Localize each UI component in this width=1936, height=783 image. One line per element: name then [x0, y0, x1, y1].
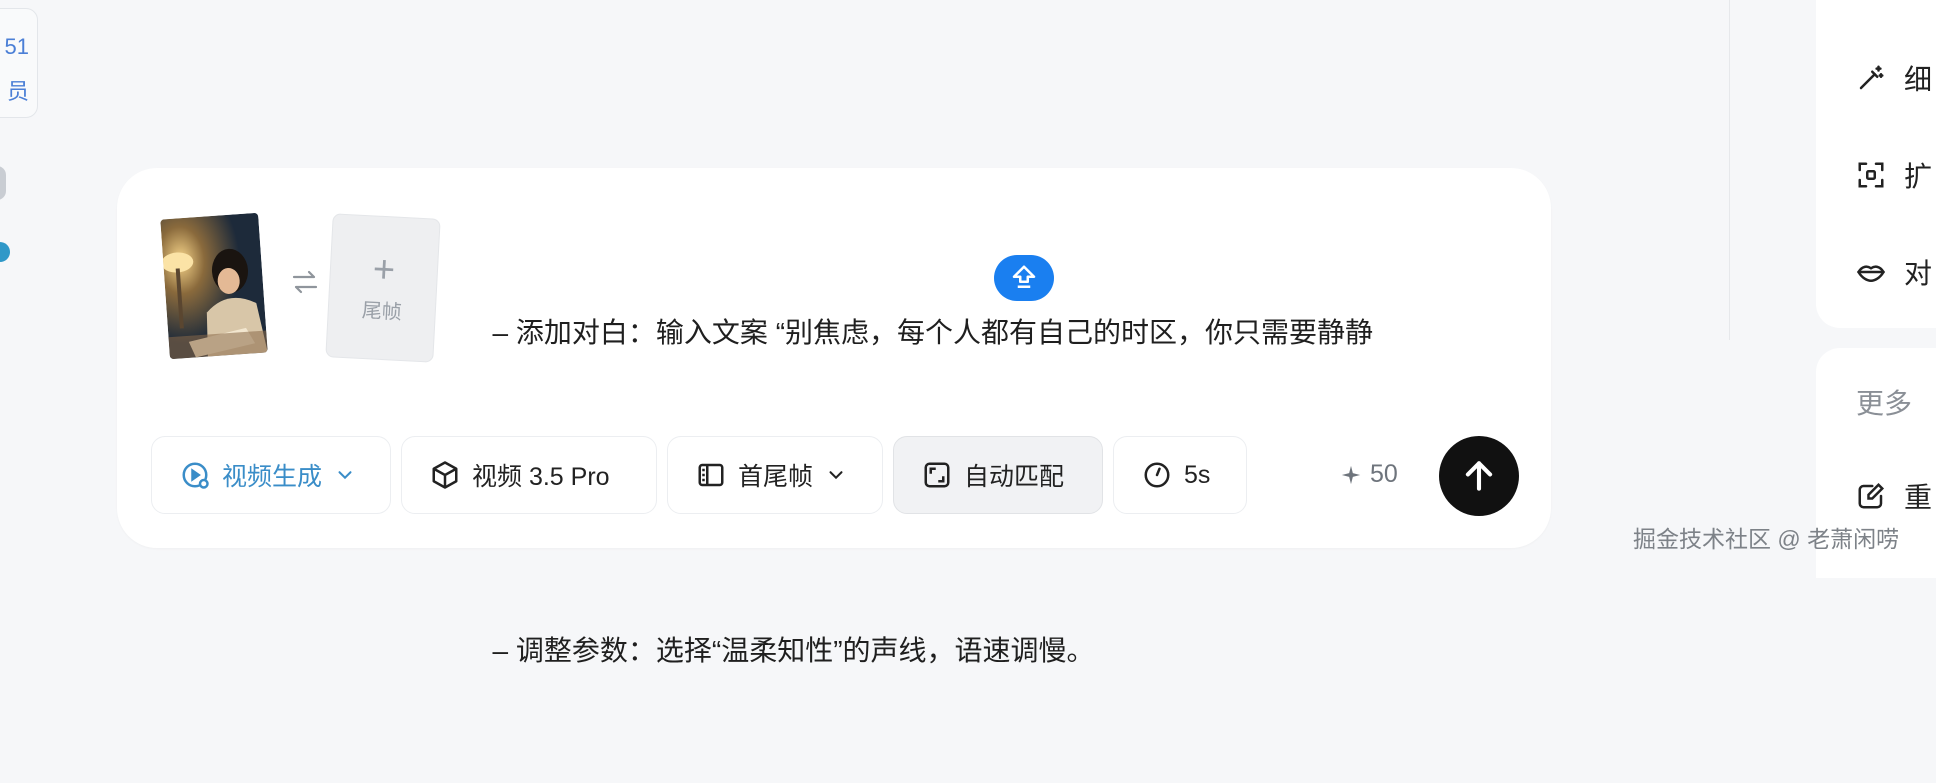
frames-label: 首尾帧 [738, 463, 814, 491]
mode-label: 视频生成 [222, 463, 323, 491]
lips-icon [1857, 265, 1885, 283]
chevron-down-icon [338, 471, 352, 480]
first-frame-image [160, 212, 268, 360]
ratio-label: 自动匹配 [964, 463, 1065, 491]
duration-label: 5s [1184, 460, 1211, 489]
send-button[interactable] [1439, 436, 1519, 516]
status-dot [0, 242, 10, 262]
right-tools-panel: 细 扩 对 [1816, 0, 1936, 328]
tool-redo[interactable]: 重 [1856, 476, 1932, 516]
tool-refine[interactable]: 细 [1856, 58, 1932, 98]
more-label: 更多 [1856, 388, 1913, 419]
clock-icon [1144, 462, 1170, 488]
avatar[interactable] [0, 166, 6, 200]
frame-icon [698, 463, 724, 487]
plus-icon: + [371, 247, 397, 292]
chevron-down-icon [829, 471, 843, 480]
first-frame-thumbnail[interactable] [160, 212, 268, 360]
divider [1729, 0, 1730, 340]
cube-icon [432, 461, 458, 489]
frames-selector[interactable]: 首尾帧 [667, 436, 883, 514]
tool-redo-label: 重 [1904, 482, 1933, 513]
model-selector[interactable]: 视频 3.5 Pro [401, 436, 657, 514]
swap-icon[interactable] [289, 266, 321, 298]
tool-expand-label: 扩 [1904, 161, 1933, 192]
expand-icon [1858, 162, 1884, 188]
more-section-title: 更多 [1856, 382, 1912, 422]
mode-selector[interactable]: 视频生成 [151, 436, 391, 514]
tool-refine-label: 细 [1904, 64, 1933, 95]
prompt-line-3: – 调整参数：选择“温柔知性”的声线，语速调慢。 [477, 635, 1095, 666]
tool-lipsync[interactable]: 对 [1856, 252, 1932, 292]
magic-wand-icon [1859, 65, 1884, 90]
left-card-text-1: 51 [4, 34, 29, 59]
video-mode-icon [182, 462, 209, 489]
floating-upload-button[interactable] [994, 255, 1054, 301]
arrow-up-icon [1465, 461, 1493, 491]
tool-lipsync-label: 对 [1904, 258, 1933, 289]
credits-value: 50 [1370, 460, 1398, 488]
tail-frame-label: 尾帧 [361, 299, 403, 324]
tool-expand[interactable]: 扩 [1856, 155, 1932, 195]
left-side-card[interactable]: 51 员 [0, 8, 38, 118]
edit-icon [1858, 482, 1885, 509]
aspect-ratio-selector[interactable]: 自动匹配 [893, 436, 1103, 514]
watermark: 掘金技术社区 @ 老萧闲唠 [1633, 526, 1900, 552]
prompt-line-1: – 添加对白：输入文案 “别焦虑，每个人都有自己的时区，你只需要静静 [477, 317, 1374, 348]
model-label: 视频 3.5 Pro [472, 463, 610, 491]
tail-frame-upload[interactable]: + 尾帧 [325, 213, 441, 363]
upload-icon [1012, 265, 1036, 288]
credits-cost: 50 [1340, 460, 1398, 489]
aspect-ratio-icon [924, 462, 950, 488]
sparkle-icon [1341, 465, 1361, 484]
prompt-composer: + 尾帧 – 添加对白：输入文案 “别焦虑，每个人都有自己的时区，你只需要静静 … [117, 168, 1551, 666]
duration-selector[interactable]: 5s [1113, 436, 1247, 514]
left-card-text-2: 员 [6, 79, 29, 104]
